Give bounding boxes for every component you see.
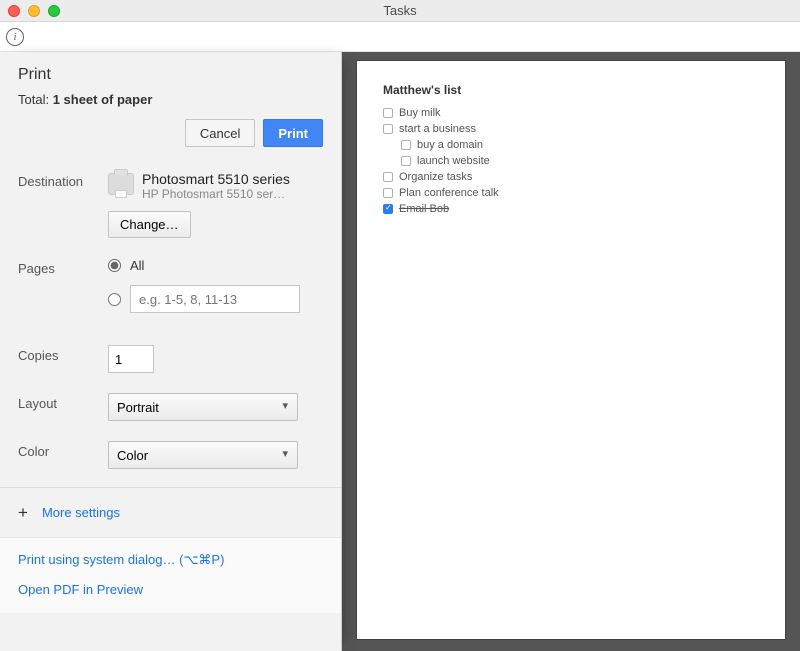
- print-panel: Print Total: 1 sheet of paper Cancel Pri…: [0, 52, 342, 651]
- task-text: buy a domain: [417, 139, 483, 151]
- task-item: Organize tasks: [383, 171, 759, 183]
- cancel-button[interactable]: Cancel: [185, 119, 255, 147]
- print-preview-pane: Matthew's list Buy milk start a business b…: [342, 52, 800, 651]
- destination-label: Destination: [18, 171, 108, 189]
- panel-heading: Print: [18, 66, 323, 84]
- pages-all-radio[interactable]: [108, 259, 121, 272]
- setting-pages: Pages All: [18, 258, 323, 325]
- preview-task-list: Buy milk start a business buy a domain laun…: [383, 107, 759, 215]
- copies-input[interactable]: [108, 345, 154, 373]
- setting-layout: Layout Portrait: [18, 393, 323, 421]
- total-prefix: Total:: [18, 92, 53, 107]
- setting-destination: Destination Photosmart 5510 series HP Ph…: [18, 171, 323, 238]
- task-item: start a business: [383, 123, 759, 135]
- system-dialog-link[interactable]: Print using system dialog… (⌥⌘P): [18, 552, 323, 568]
- total-value: 1 sheet of paper: [53, 92, 153, 107]
- task-checkbox-icon: [383, 172, 393, 182]
- window-title: Tasks: [0, 0, 800, 22]
- more-settings-toggle[interactable]: + More settings: [0, 488, 341, 537]
- task-text: launch website: [417, 155, 490, 167]
- total-line: Total: 1 sheet of paper: [18, 92, 323, 107]
- footer-links: Print using system dialog… (⌥⌘P) Open PD…: [0, 537, 341, 613]
- browser-toolbar: i: [0, 22, 800, 52]
- task-checkbox-icon: [401, 140, 411, 150]
- print-button[interactable]: Print: [263, 119, 323, 147]
- task-checkbox-icon: [383, 124, 393, 134]
- pages-range-input[interactable]: [130, 285, 300, 313]
- task-checkbox-icon: [401, 156, 411, 166]
- titlebar: Tasks: [0, 0, 800, 22]
- preview-title: Matthew's list: [383, 83, 759, 97]
- color-label: Color: [18, 441, 108, 459]
- preview-page: Matthew's list Buy milk start a business b…: [356, 60, 786, 640]
- task-item: Buy milk: [383, 107, 759, 119]
- task-item: launch website: [383, 155, 759, 167]
- task-text: Plan conference talk: [399, 187, 499, 199]
- task-checkbox-icon: [383, 204, 393, 214]
- setting-copies: Copies: [18, 345, 323, 373]
- site-info-icon[interactable]: i: [6, 28, 24, 46]
- color-select[interactable]: Color: [108, 441, 298, 469]
- task-item: Plan conference talk: [383, 187, 759, 199]
- more-settings-label: More settings: [42, 505, 120, 520]
- task-text: Organize tasks: [399, 171, 472, 183]
- task-item: buy a domain: [383, 139, 759, 151]
- pages-all-label: All: [130, 258, 144, 273]
- task-checkbox-icon: [383, 188, 393, 198]
- setting-color: Color Color: [18, 441, 323, 469]
- task-text: Buy milk: [399, 107, 441, 119]
- task-checkbox-icon: [383, 108, 393, 118]
- task-text: start a business: [399, 123, 476, 135]
- copies-label: Copies: [18, 345, 108, 363]
- open-pdf-link[interactable]: Open PDF in Preview: [18, 582, 323, 597]
- printer-name: Photosmart 5510 series: [142, 171, 290, 187]
- plus-icon: +: [18, 504, 28, 521]
- change-destination-button[interactable]: Change…: [108, 211, 191, 238]
- pages-range-radio[interactable]: [108, 293, 121, 306]
- task-item: Email Bob: [383, 203, 759, 215]
- layout-label: Layout: [18, 393, 108, 411]
- printer-icon: [108, 173, 134, 195]
- printer-sub: HP Photosmart 5510 ser…: [142, 187, 290, 201]
- task-text: Email Bob: [399, 203, 449, 215]
- pages-label: Pages: [18, 258, 108, 276]
- layout-select[interactable]: Portrait: [108, 393, 298, 421]
